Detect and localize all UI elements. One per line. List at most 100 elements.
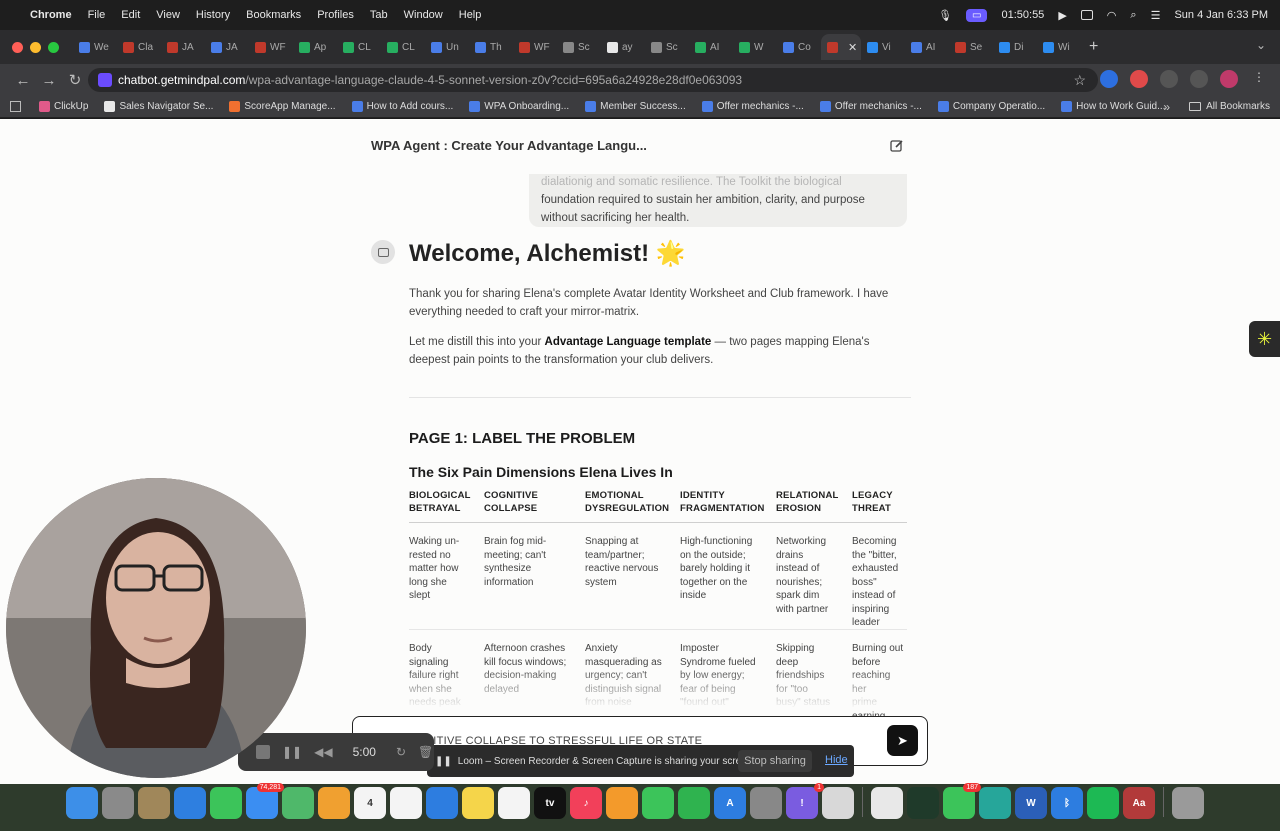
more-bookmarks-icon[interactable]: » [1163,100,1170,114]
apps-grid-icon[interactable] [10,101,21,112]
menu-window[interactable]: Window [404,9,443,21]
finder-icon[interactable] [66,787,98,819]
messages-icon[interactable] [210,787,242,819]
hide-link[interactable]: Hide [825,754,848,766]
new-chat-edit-icon[interactable] [890,139,904,153]
bookmark-star-icon[interactable]: ☆ [1073,72,1086,89]
script-editor-icon[interactable] [822,787,854,819]
minimize-window-button[interactable] [30,41,41,53]
browser-tab[interactable]: Co [777,34,821,60]
notes-app-icon[interactable] [138,787,170,819]
menu-view[interactable]: View [156,9,180,21]
bookmark-item[interactable]: How to Work Guid... [1061,101,1165,112]
mail-icon[interactable]: 74,281 [246,783,284,819]
trash-icon[interactable] [1172,787,1204,819]
extension-icon[interactable] [1130,70,1148,88]
apple-tv-icon[interactable]: tv [534,787,566,819]
browser-tab[interactable]: Sc [557,34,601,60]
bookmark-item[interactable]: Offer mechanics -... [701,101,804,112]
browser-tab[interactable]: JA [205,34,249,60]
browser-tab[interactable]: Sc [645,34,689,60]
photos-icon[interactable] [318,787,350,819]
chrome-icon[interactable] [871,787,903,819]
bookmark-item[interactable]: Company Operatio... [937,101,1045,112]
bookmark-item[interactable]: ScoreApp Manage... [229,101,336,112]
launchpad-icon[interactable] [102,787,134,819]
menu-help[interactable]: Help [459,9,482,21]
browser-tab[interactable]: AI [689,34,733,60]
browser-tab[interactable]: CL [381,34,425,60]
restart-icon[interactable]: ↻ [396,745,406,759]
stop-sharing-button[interactable]: Stop sharing [738,750,812,772]
dictionary-icon[interactable]: Aa [1123,787,1155,819]
search-icon[interactable]: ⌕ [1130,9,1136,22]
bookmark-item[interactable]: WPA Onboarding... [469,101,569,112]
browser-tab[interactable]: W [733,34,777,60]
menu-tab[interactable]: Tab [370,9,388,21]
control-center-icon[interactable]: ☰ [1151,9,1161,22]
screen-record-icon[interactable]: ▭ [966,8,988,22]
maps-icon[interactable] [282,787,314,819]
bluetooth-icon[interactable]: ᛒ [1051,787,1083,819]
microphone-icon[interactable]: 🎙 [938,9,952,22]
wifi-icon[interactable]: ◠ [1107,9,1117,22]
loom-app-icon[interactable] [979,787,1011,819]
pause-recording-icon[interactable]: ❚❚ [282,745,302,759]
tab-search-icon[interactable]: ⌄ [1256,38,1266,52]
music-icon[interactable]: ♪ [570,787,602,819]
battery-icon[interactable] [1080,10,1093,20]
activity-monitor-icon[interactable] [907,787,939,819]
app-store-icon[interactable]: A [714,787,746,819]
extension-icon[interactable] [1100,70,1118,88]
browser-tab[interactable]: Ap [293,34,337,60]
zoom-window-button[interactable] [48,41,59,53]
whatsapp-icon[interactable]: 187 [943,783,981,819]
safari-icon[interactable] [174,787,206,819]
browser-tab[interactable]: WF [513,34,557,60]
browser-tab[interactable]: Vi [861,34,905,60]
menu-kebab-icon[interactable]: ⋮ [1250,70,1268,88]
stop-recording-icon[interactable] [256,745,270,759]
play-icon[interactable]: ▶ [1058,9,1066,22]
keynote-icon[interactable] [426,787,458,819]
clock[interactable]: Sun 4 Jan 6:33 PM [1174,9,1268,21]
profile-avatar[interactable] [1220,70,1238,88]
back-button[interactable]: ← [10,72,36,89]
system-settings-icon[interactable] [750,787,782,819]
menu-file[interactable]: File [88,9,106,21]
browser-tab[interactable]: JA [161,34,205,60]
new-tab-button[interactable]: + [1089,38,1098,56]
feedback-icon[interactable]: ! 1 [786,783,824,819]
webcam-bubble[interactable] [6,478,306,778]
extension-icon[interactable] [1190,70,1208,88]
menu-bookmarks[interactable]: Bookmarks [246,9,301,21]
menu-edit[interactable]: Edit [121,9,140,21]
menu-history[interactable]: History [196,9,230,21]
spotify-icon[interactable] [1087,787,1119,819]
browser-tab[interactable]: CL [337,34,381,60]
word-icon[interactable]: W [1015,787,1047,819]
bookmark-item[interactable]: Member Success... [585,101,686,112]
browser-tab[interactable]: Th [469,34,513,60]
numbers-icon[interactable] [678,787,710,819]
bookmark-item[interactable]: Sales Navigator Se... [104,101,213,112]
close-tab-icon[interactable]: ✕ [848,41,857,54]
bookmark-item[interactable]: How to Add cours... [351,101,453,112]
browser-tab[interactable]: Di [993,34,1037,60]
reminders-icon[interactable] [390,787,422,819]
rewind-icon[interactable]: ◀◀ [314,745,332,759]
browser-tab[interactable]: WF [249,34,293,60]
reload-button[interactable]: ↻ [62,71,88,89]
puzzle-icon[interactable] [1160,70,1178,88]
delete-icon[interactable]: 🗑 [418,745,433,759]
calendar-icon[interactable]: 4 [354,787,386,819]
freeform-icon[interactable] [498,787,530,819]
address-bar[interactable]: chatbot.getmindpal.com/wpa-advantage-lan… [88,68,1098,92]
notes-icon[interactable] [462,787,494,819]
pages-icon[interactable] [606,787,638,819]
forward-button[interactable]: → [36,72,62,89]
side-widget-button[interactable]: ✳ [1249,321,1280,357]
browser-tab[interactable]: AI [905,34,949,60]
all-bookmarks-button[interactable]: All Bookmarks [1189,101,1270,112]
menu-app-name[interactable]: Chrome [30,9,72,21]
